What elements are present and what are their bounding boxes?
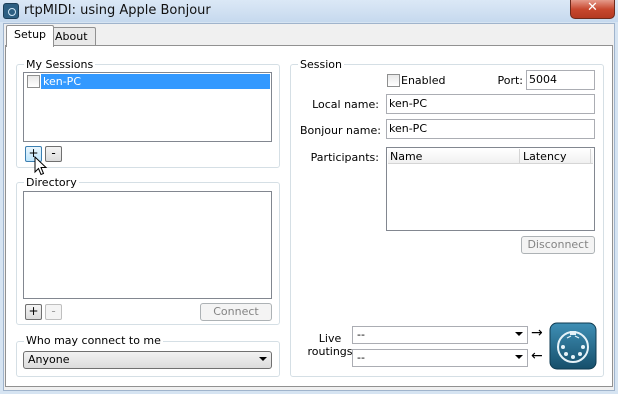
remove-directory-button[interactable]: - (45, 304, 62, 320)
who-may-connect-title: Who may connect to me (24, 334, 163, 347)
midi-din-icon (549, 322, 597, 370)
chevron-down-icon (515, 332, 523, 336)
mouse-pointer-icon (34, 156, 48, 176)
who-may-connect-dropdown[interactable]: Anyone (23, 351, 272, 369)
bonjour-name-label: Bonjour name: (300, 124, 381, 137)
connect-button[interactable]: Connect (200, 303, 272, 321)
chevron-down-icon (259, 357, 267, 361)
disconnect-button[interactable]: Disconnect (521, 236, 595, 254)
window-title: rtpMIDI: using Apple Bonjour (24, 3, 211, 18)
live-routings-label: Live routings (307, 332, 353, 358)
port-field[interactable]: 5004 (526, 70, 595, 90)
bonjour-name-field[interactable]: ken-PC (386, 119, 595, 139)
my-sessions-title: My Sessions (24, 58, 96, 71)
arrow-right-icon: → (531, 325, 543, 341)
tab-setup[interactable]: Setup (6, 25, 55, 47)
arrow-left-icon: ← (531, 348, 543, 364)
close-button[interactable]: ✕ (570, 0, 615, 19)
port-label: Port: (497, 74, 523, 87)
local-name-label: Local name: (312, 98, 379, 111)
session-item-label: ken-PC (41, 74, 270, 89)
routing-output-dropdown[interactable]: -- (352, 349, 528, 367)
session-enable-checkbox[interactable] (27, 75, 40, 88)
local-name-field[interactable]: ken-PC (386, 94, 595, 114)
rtpmidi-app-icon (3, 3, 19, 19)
participants-header: Name Latency (388, 149, 593, 164)
add-directory-button[interactable]: + (25, 304, 42, 320)
session-list-item[interactable]: ken-PC (25, 74, 270, 89)
column-header-latency[interactable]: Latency (521, 149, 591, 164)
directory-title: Directory (24, 176, 79, 189)
enabled-label: Enabled (401, 74, 446, 87)
tab-about[interactable]: About (47, 27, 96, 47)
chevron-down-icon (515, 355, 523, 359)
routing-output-value: -- (357, 351, 365, 364)
participants-label: Participants: (310, 151, 379, 164)
participants-list[interactable]: Name Latency (386, 147, 595, 231)
session-title: Session (298, 58, 344, 71)
column-header-name[interactable]: Name (388, 149, 520, 164)
routing-input-dropdown[interactable]: -- (352, 326, 528, 344)
who-may-connect-value: Anyone (28, 353, 70, 366)
directory-list[interactable] (23, 191, 272, 299)
my-sessions-list[interactable]: ken-PC (23, 72, 272, 142)
enabled-checkbox[interactable] (387, 74, 400, 87)
routing-input-value: -- (357, 328, 365, 341)
